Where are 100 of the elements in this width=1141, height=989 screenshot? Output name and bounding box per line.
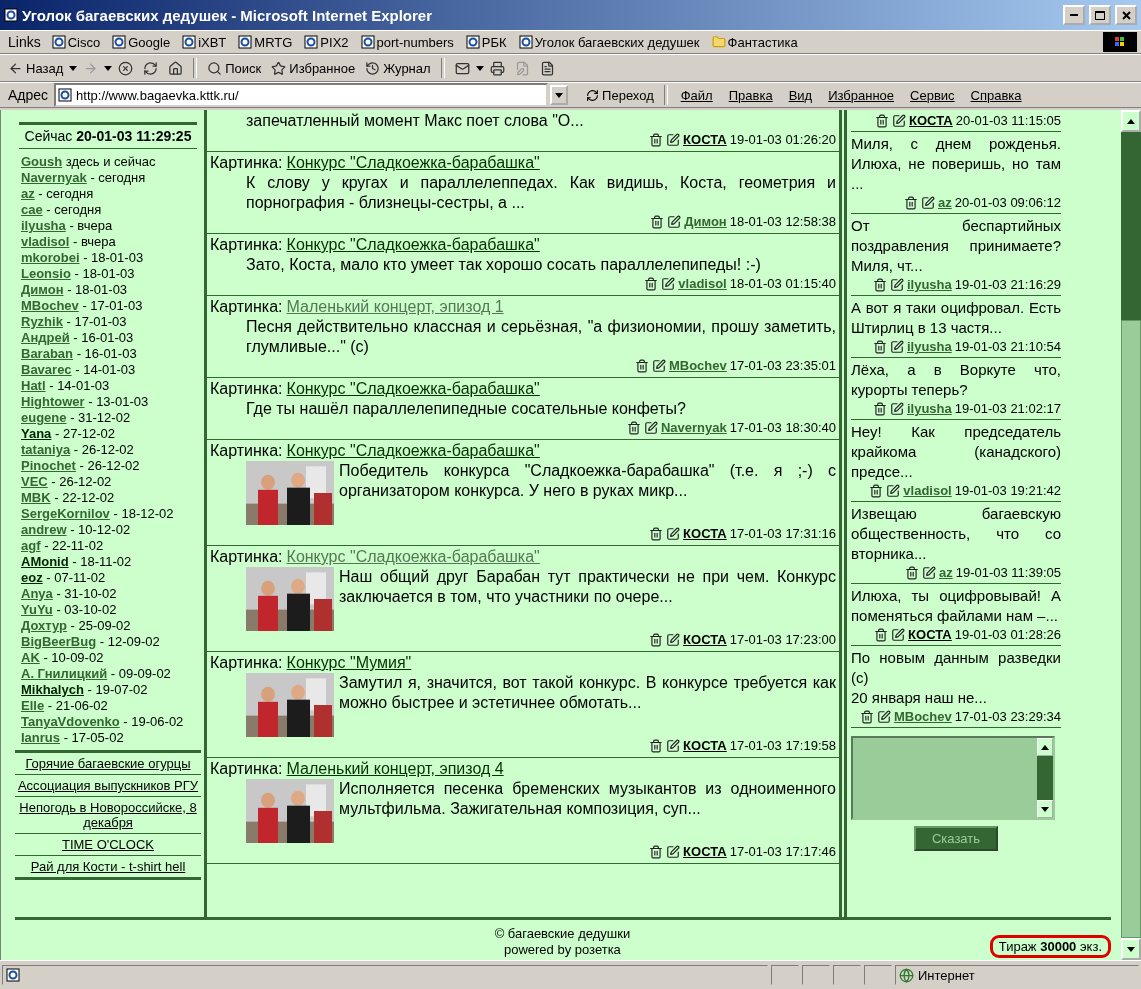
- scroll-up-button[interactable]: [1121, 110, 1141, 132]
- delete-button[interactable]: [904, 196, 918, 210]
- user-link[interactable]: AMonid: [21, 554, 69, 569]
- user-link[interactable]: VEC: [21, 474, 48, 489]
- author-link[interactable]: vladisol: [678, 275, 727, 293]
- author-link[interactable]: КОСТА: [683, 737, 727, 755]
- go-button[interactable]: Переход: [582, 85, 658, 105]
- user-link[interactable]: Elle: [21, 698, 45, 713]
- user-link[interactable]: Ryzhik: [21, 314, 63, 329]
- back-button[interactable]: Назад: [4, 58, 68, 78]
- delete-button[interactable]: [874, 628, 889, 642]
- user-link[interactable]: vladisol: [21, 234, 70, 249]
- edit-button[interactable]: [666, 527, 681, 541]
- user-link[interactable]: eoz: [21, 570, 43, 585]
- delete-button[interactable]: [649, 633, 664, 647]
- delete-button[interactable]: [649, 527, 664, 541]
- author-link[interactable]: az: [938, 194, 952, 212]
- author-link[interactable]: ilyusha: [906, 276, 952, 294]
- delete-button[interactable]: [650, 215, 665, 229]
- delete-button[interactable]: [626, 421, 641, 435]
- user-link[interactable]: az: [21, 186, 35, 201]
- edit-button[interactable]: [891, 628, 906, 642]
- user-link[interactable]: Bavarec: [21, 362, 72, 377]
- link-bookmark[interactable]: РБК: [460, 33, 512, 51]
- delete-button[interactable]: [872, 278, 887, 292]
- edit-button[interactable]: [889, 340, 904, 354]
- author-link[interactable]: az: [938, 564, 953, 582]
- delete-button[interactable]: [649, 133, 664, 147]
- dropdown-button[interactable]: [550, 85, 569, 105]
- user-link[interactable]: andrew: [21, 522, 67, 537]
- user-link[interactable]: Leonsio: [21, 266, 71, 281]
- author-link[interactable]: КОСТА: [683, 843, 727, 861]
- user-link[interactable]: Андрей: [21, 330, 70, 345]
- delete-button[interactable]: [644, 277, 659, 291]
- post-title-link[interactable]: Конкурс "Сладкоежка-барабашка": [286, 442, 540, 459]
- close-button[interactable]: [1115, 5, 1137, 25]
- favorites-button[interactable]: Избранное: [267, 58, 360, 78]
- edit-button[interactable]: [889, 402, 904, 416]
- delete-button[interactable]: [872, 340, 887, 354]
- edit-button[interactable]: [889, 278, 904, 292]
- edit-button[interactable]: [643, 421, 658, 435]
- edit-button[interactable]: [921, 196, 935, 210]
- user-link[interactable]: mkorobei: [21, 250, 80, 265]
- edit-button[interactable]: [666, 845, 681, 859]
- history-button[interactable]: Журнал: [361, 58, 435, 78]
- user-link[interactable]: А. Гнилицкий: [21, 666, 108, 681]
- maximize-button[interactable]: [1089, 5, 1111, 25]
- author-link[interactable]: MBochev: [668, 357, 727, 375]
- edit-button[interactable]: [876, 710, 891, 724]
- author-link[interactable]: КОСТА: [908, 626, 952, 644]
- post-title-link[interactable]: Конкурс "Сладкоежка-барабашка": [286, 548, 540, 565]
- user-link[interactable]: MBK: [21, 490, 51, 505]
- edit-button[interactable]: [666, 133, 681, 147]
- sidebar-link[interactable]: TIME O'CLOCK: [15, 833, 201, 855]
- post-title-link[interactable]: Маленький концерт, эпизод 4: [286, 760, 504, 777]
- user-link[interactable]: SergeKornilov: [21, 506, 110, 521]
- sidebar-link[interactable]: Ассоциация выпускников РГУ: [15, 774, 201, 796]
- user-link[interactable]: cae: [21, 202, 43, 217]
- edit-button[interactable]: [921, 566, 936, 580]
- link-bookmark[interactable]: Cisco: [46, 33, 106, 51]
- scroll-up-button[interactable]: [1037, 738, 1053, 756]
- user-link[interactable]: agf: [21, 538, 41, 553]
- scroll-down-button[interactable]: [1121, 938, 1141, 960]
- user-link[interactable]: TanyaVdovenko: [21, 714, 120, 729]
- menu-item[interactable]: Избранное: [821, 87, 902, 103]
- user-link[interactable]: Hatl: [21, 378, 46, 393]
- scroll-down-button[interactable]: [1037, 800, 1053, 818]
- author-link[interactable]: Димон: [684, 213, 727, 231]
- user-link[interactable]: Димон: [21, 282, 64, 297]
- sidebar-link[interactable]: Непогодь в Новороссийске, 8 декабря: [15, 796, 201, 833]
- post-title-link[interactable]: Конкурс "Сладкоежка-барабашка": [286, 154, 540, 171]
- scrollbar[interactable]: [1121, 110, 1141, 960]
- author-link[interactable]: КОСТА: [683, 131, 727, 149]
- user-link[interactable]: Pinochet: [21, 458, 76, 473]
- author-link[interactable]: ilyusha: [906, 338, 952, 356]
- user-link[interactable]: Hightower: [21, 394, 85, 409]
- edit-button[interactable]: [651, 359, 666, 373]
- delete-button[interactable]: [649, 845, 664, 859]
- link-bookmark[interactable]: iXBT: [177, 33, 232, 51]
- say-button[interactable]: Сказать: [913, 826, 999, 851]
- link-bookmark[interactable]: PIX2: [299, 33, 354, 51]
- link-bookmark[interactable]: Уголок багаевских дедушек: [513, 33, 705, 51]
- link-bookmark[interactable]: MRTG: [233, 33, 298, 51]
- scrollbar-thumb[interactable]: [1121, 320, 1141, 938]
- author-link[interactable]: Navernyak: [660, 419, 727, 437]
- author-link[interactable]: ilyusha: [906, 400, 952, 418]
- menu-item[interactable]: Правка: [721, 87, 780, 103]
- post-title-link[interactable]: Конкурс "Сладкоежка-барабашка": [286, 236, 540, 253]
- link-bookmark[interactable]: Фантастика: [706, 33, 803, 51]
- author-link[interactable]: КОСТА: [683, 525, 727, 543]
- delete-button[interactable]: [869, 484, 884, 498]
- author-link[interactable]: КОСТА: [683, 631, 727, 649]
- delete-button[interactable]: [649, 739, 664, 753]
- post-title-link[interactable]: Маленький концерт, эпизод 1: [286, 298, 504, 315]
- author-link[interactable]: MBochev: [893, 708, 952, 726]
- menu-item[interactable]: Файл: [673, 87, 720, 103]
- menu-item[interactable]: Вид: [781, 87, 820, 103]
- user-link[interactable]: Baraban: [21, 346, 74, 361]
- edit-button[interactable]: [661, 277, 676, 291]
- edit-button[interactable]: [666, 739, 681, 753]
